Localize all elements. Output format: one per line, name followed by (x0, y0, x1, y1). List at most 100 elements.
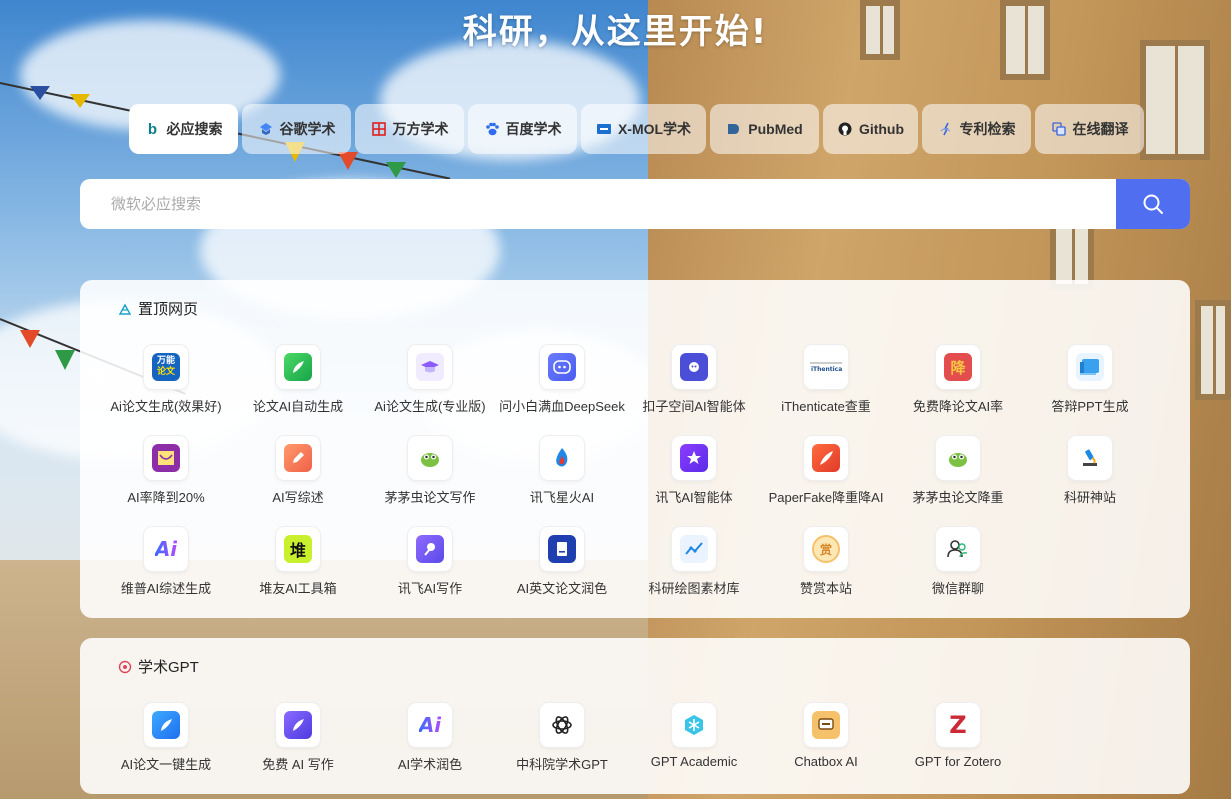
link-item[interactable]: 科研神站 (1024, 436, 1156, 527)
link-item[interactable]: 讯飞AI智能体 (628, 436, 760, 527)
writing-hand-icon (416, 535, 444, 563)
graduation-cap-icon (416, 353, 444, 381)
link-item[interactable]: 科研绘图素材库 (628, 527, 760, 618)
link-item[interactable]: AI写综述 (232, 436, 364, 527)
tab-label: X-MOL学术 (617, 121, 692, 137)
wanneng-lunwen-icon: 万能 论文 (152, 353, 180, 381)
link-item[interactable]: Ai论文生成(专业版) (364, 345, 496, 436)
reward-coin-icon: 赏 (812, 535, 840, 563)
tab-xmol[interactable]: X-MOL学术 (581, 104, 706, 154)
search-icon (1143, 194, 1163, 214)
pinned-panel: 置顶网页 万能 论文 Ai论文生成(效果好) 论文AI自动生成 Ai论文生成(专业版… (80, 280, 1190, 618)
section-title: 学术GPT (138, 659, 199, 676)
section-title: 置顶网页 (138, 301, 199, 318)
academic-gpt-panel: 学术GPT AI论文一键生成 免费 AI 写作 Ai AI学术润色 中科院学术GP… (80, 638, 1190, 794)
tab-translate[interactable]: 在线翻译 (1035, 104, 1144, 154)
link-item[interactable]: 降免费降论文AI率 (892, 345, 1024, 436)
snowflake-icon (680, 711, 708, 739)
link-item[interactable]: iThenticateiThenticate查重 (760, 345, 892, 436)
link-item[interactable]: 讯飞星火AI (496, 436, 628, 527)
envelope-icon (152, 444, 180, 472)
caterpillar-icon (416, 444, 444, 472)
link-item[interactable]: 论文AI自动生成 (232, 345, 364, 436)
search-input[interactable] (80, 179, 1116, 229)
tab-label: 必应搜索 (166, 121, 223, 137)
link-item[interactable]: 茅茅虫论文写作 (364, 436, 496, 527)
tab-label: 百度学术 (505, 121, 562, 137)
ai-gradient-icon: Ai (152, 535, 180, 563)
jiang-icon: 降 (944, 353, 972, 381)
link-item[interactable]: 问小白满血DeepSeek (496, 345, 628, 436)
pin-icon (118, 302, 132, 316)
link-item[interactable]: 答辩PPT生成 (1024, 345, 1156, 436)
link-item[interactable]: 讯飞AI写作 (364, 527, 496, 618)
tab-patent[interactable]: 专利检索 (922, 104, 1031, 154)
chart-line-icon (680, 535, 708, 563)
patent-icon (938, 121, 954, 137)
microscope-icon (1076, 444, 1104, 472)
link-item[interactable]: 茅茅虫论文降重 (892, 436, 1024, 527)
link-item[interactable]: AI英文论文润色 (496, 527, 628, 618)
link-item[interactable]: 中科院学术GPT (496, 703, 628, 794)
link-item[interactable]: AI论文一键生成 (100, 703, 232, 794)
link-item[interactable]: Z GPT for Zotero (892, 703, 1024, 794)
svg-text:iThenticate: iThenticate (811, 366, 842, 373)
link-item[interactable]: 免费 AI 写作 (232, 703, 364, 794)
ai-gradient-icon: Ai (416, 711, 444, 739)
link-item[interactable]: Chatbox AI (760, 703, 892, 794)
zotero-z-icon: Z (944, 711, 972, 739)
tab-label: PubMed (748, 121, 803, 137)
star-agent-icon (680, 444, 708, 472)
link-item[interactable]: PaperFake降重降AI (760, 436, 892, 527)
wechat-group-icon (944, 535, 972, 563)
chatbox-icon (812, 711, 840, 739)
tab-baidu-scholar[interactable]: 百度学术 (468, 104, 577, 154)
openai-small-icon (118, 660, 132, 674)
link-item[interactable]: 万能 论文 Ai论文生成(效果好) (100, 345, 232, 436)
duiyou-icon: 堆 (284, 535, 312, 563)
ppt-icon (1076, 353, 1104, 381)
bing-icon: b (147, 120, 158, 138)
tab-github[interactable]: Github (823, 104, 918, 154)
link-item[interactable]: GPT Academic (628, 703, 760, 794)
ithenticate-icon: iThenticate (809, 353, 843, 381)
google-scholar-icon (258, 121, 274, 137)
tab-wanfang[interactable]: 万方学术 (355, 104, 464, 154)
link-item[interactable]: AI率降到20% (100, 436, 232, 527)
tab-bing[interactable]: b 必应搜索 (129, 104, 238, 154)
spark-icon (548, 444, 576, 472)
document-icon (548, 535, 576, 563)
openai-icon (548, 711, 576, 739)
blue-feather-icon (152, 711, 180, 739)
link-item[interactable]: 微信群聊 (892, 527, 1024, 618)
quill-icon (812, 444, 840, 472)
tab-label: Github (858, 121, 905, 137)
purple-feather-icon (284, 711, 312, 739)
pinned-grid: 万能 论文 Ai论文生成(效果好) 论文AI自动生成 Ai论文生成(专业版) 问小白… (100, 345, 1156, 618)
xmol-icon (596, 121, 612, 137)
link-item[interactable]: 赏赞赏本站 (760, 527, 892, 618)
tab-pubmed[interactable]: PubMed (710, 104, 819, 154)
tab-google-scholar[interactable]: 谷歌学术 (242, 104, 351, 154)
pinned-panel-title: 置顶网页 (118, 298, 198, 319)
search-bar (80, 179, 1190, 229)
gpt-grid: AI论文一键生成 免费 AI 写作 Ai AI学术润色 中科院学术GPT GPT … (100, 703, 1156, 794)
link-item[interactable]: 扣子空间AI智能体 (628, 345, 760, 436)
wanfang-icon (371, 121, 387, 137)
chat-bot-icon (548, 353, 576, 381)
gpt-panel-title: 学术GPT (118, 656, 199, 677)
baidu-paw-icon (484, 121, 500, 137)
tab-label: 专利检索 (959, 121, 1016, 137)
translate-icon (1051, 121, 1067, 137)
page-headline: 科研，从这里开始! (462, 12, 769, 52)
coze-icon (680, 353, 708, 381)
link-item[interactable]: 堆堆友AI工具箱 (232, 527, 364, 618)
link-item[interactable]: Ai 维普AI综述生成 (100, 527, 232, 618)
search-button[interactable] (1116, 179, 1190, 229)
tab-label: 在线翻译 (1072, 121, 1129, 137)
tab-label: 万方学术 (392, 121, 449, 137)
github-icon (837, 121, 853, 137)
tab-label: 谷歌学术 (279, 121, 336, 137)
link-item[interactable]: Ai AI学术润色 (364, 703, 496, 794)
edit-pen-icon (284, 444, 312, 472)
